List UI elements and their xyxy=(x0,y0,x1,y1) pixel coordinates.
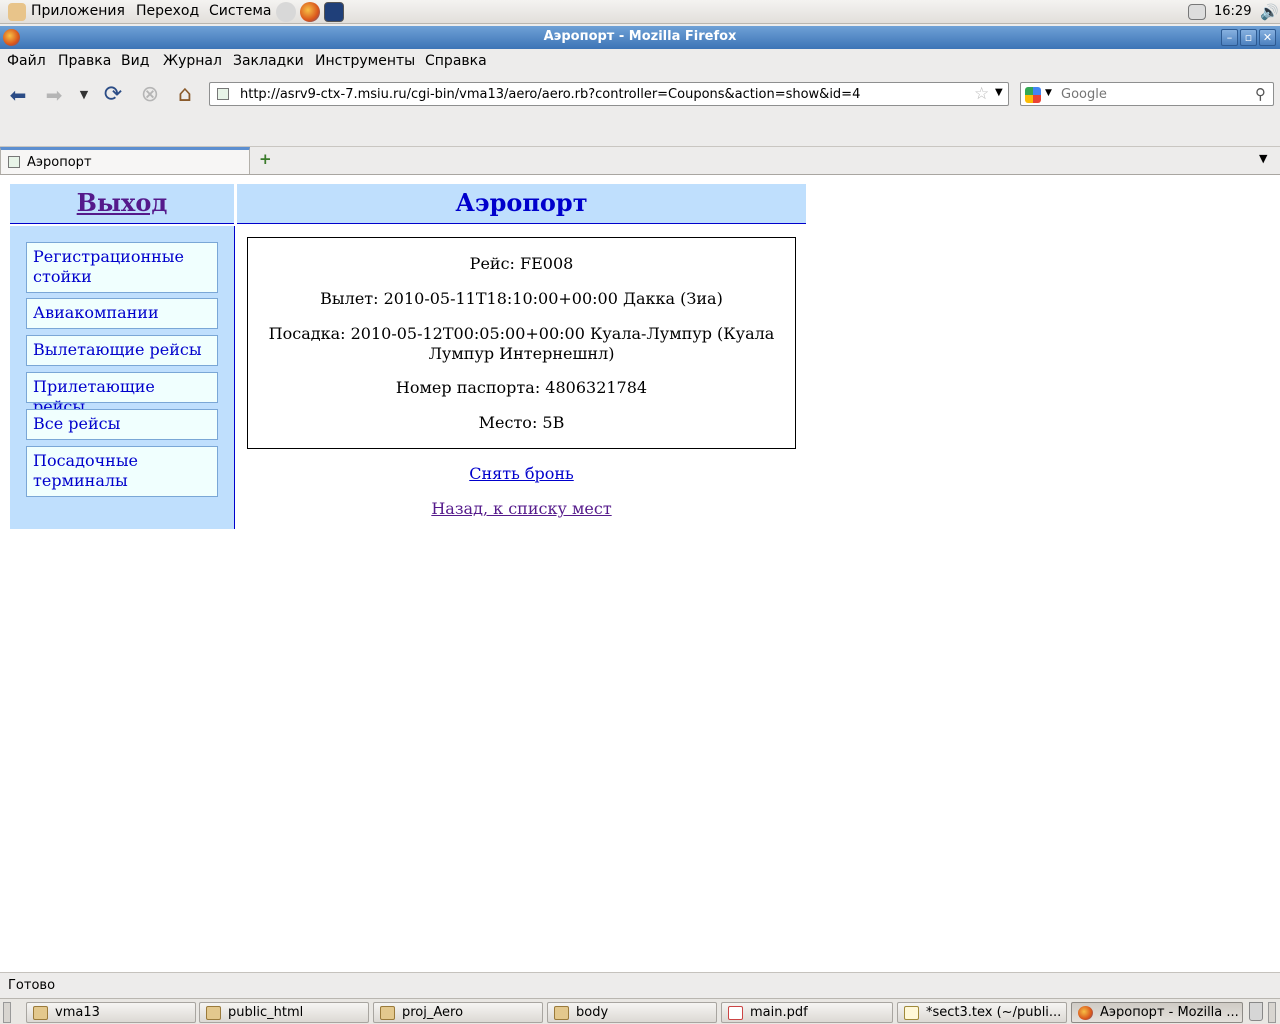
taskbar-item-sect3-tex[interactable]: *sect3.tex (~/publi... xyxy=(897,1002,1067,1023)
page-title: Аэропорт xyxy=(455,188,588,217)
volume-icon[interactable]: 🔊 xyxy=(1260,3,1279,21)
taskbar-label: Аэропорт - Mozilla ... xyxy=(1100,1005,1239,1020)
title-header-cell: Аэропорт xyxy=(237,184,806,224)
reload-icon[interactable]: ⟳ xyxy=(99,82,127,108)
panel-menu-system[interactable]: Система xyxy=(209,3,271,19)
google-engine-icon[interactable] xyxy=(1025,87,1041,103)
tab-list-dropdown-icon[interactable]: ▼ xyxy=(1259,152,1267,165)
taskbar-item-public-html[interactable]: public_html xyxy=(199,1002,369,1023)
taskbar-item-firefox[interactable]: Аэропорт - Mozilla ... xyxy=(1071,1002,1243,1023)
history-dropdown-icon[interactable]: ▼ xyxy=(70,82,98,108)
engine-dropdown-icon[interactable]: ▼ xyxy=(1045,88,1052,98)
panel-menu-places[interactable]: Переход xyxy=(136,3,199,19)
logout-header-cell: Выход xyxy=(10,184,234,224)
taskbar-label: vma13 xyxy=(55,1005,100,1020)
seat-number: Место: 5B xyxy=(478,413,565,432)
sidebar-item-departing-flights[interactable]: Вылетающие рейсы xyxy=(26,335,218,366)
arrival-info: Посадка: 2010-05-12T00:05:00+00:00 Куала… xyxy=(268,324,775,363)
status-text: Готово xyxy=(8,978,56,993)
bottom-taskbar: vma13 public_html proj_Aero body main.pd… xyxy=(0,998,1280,1024)
sidebar-item-checkin-desks[interactable]: Регистрационные стойки xyxy=(26,242,218,293)
show-desktop-handle[interactable] xyxy=(3,1002,11,1023)
tab-strip: Аэропорт + ▼ xyxy=(0,146,1280,175)
bookmark-star-icon[interactable]: ☆ xyxy=(974,84,989,104)
taskbar-end-handle[interactable] xyxy=(1268,1002,1276,1023)
tab-airport[interactable]: Аэропорт xyxy=(0,147,250,175)
folder-icon xyxy=(554,1006,569,1020)
window-title: Аэропорт - Mozilla Firefox xyxy=(543,29,737,44)
text-editor-icon xyxy=(904,1006,919,1020)
panel-menu-applications[interactable]: Приложения xyxy=(31,3,125,19)
flight-number: Рейс: FE008 xyxy=(469,254,574,273)
panel-clock[interactable]: 16:29 xyxy=(1214,4,1251,19)
back-to-seats-link[interactable]: Назад, к списку мест xyxy=(237,499,806,518)
site-favicon-icon xyxy=(217,88,229,100)
menu-tools[interactable]: Инструменты xyxy=(315,53,415,69)
url-text[interactable]: http://asrv9-ctx-7.msiu.ru/cgi-bin/vma13… xyxy=(240,87,860,102)
back-arrow-icon[interactable]: ⬅ xyxy=(4,82,32,108)
sidebar-item-boarding-terminals[interactable]: Посадочные терминалы xyxy=(26,446,218,497)
forward-arrow-icon[interactable]: ➡ xyxy=(40,82,68,108)
passport-number: Номер паспорта: 4806321784 xyxy=(395,378,648,397)
menu-help[interactable]: Справка xyxy=(425,53,487,69)
network-icon[interactable] xyxy=(1188,4,1206,20)
close-button[interactable]: ✕ xyxy=(1259,29,1276,46)
sidebar-item-airlines[interactable]: Авиакомпании xyxy=(26,298,218,329)
status-bar: Готово xyxy=(0,972,1280,998)
menubar: Файл Правка Вид Журнал Закладки Инструме… xyxy=(0,50,1280,72)
home-icon[interactable]: ⌂ xyxy=(171,82,199,108)
search-box: ▼ ⚲ xyxy=(1020,82,1274,106)
folder-icon xyxy=(206,1006,221,1020)
sidebar-menu: Регистрационные стойки Авиакомпании Выле… xyxy=(10,226,235,529)
maximize-button[interactable]: ▫ xyxy=(1240,29,1257,46)
tab-label: Аэропорт xyxy=(27,155,92,170)
tab-favicon-icon xyxy=(8,156,20,168)
cancel-booking-link[interactable]: Снять бронь xyxy=(237,464,806,483)
navigation-toolbar: ⬅ ➡ ▼ ⟳ ⊗ ⌂ http://asrv9-ctx-7.msiu.ru/c… xyxy=(0,74,1280,114)
window-titlebar: Аэропорт - Mozilla Firefox – ▫ ✕ xyxy=(0,26,1280,49)
taskbar-item-proj-aero[interactable]: proj_Aero xyxy=(373,1002,543,1023)
pdf-icon xyxy=(728,1006,743,1020)
menu-bookmarks[interactable]: Закладки xyxy=(233,53,304,69)
web-content: Выход Аэропорт Регистрационные стойки Ав… xyxy=(0,174,1280,972)
taskbar-label: *sect3.tex (~/publi... xyxy=(926,1005,1062,1020)
firefox-launcher-icon[interactable] xyxy=(300,2,320,22)
gimp-launcher-icon[interactable] xyxy=(276,2,296,22)
minimize-button[interactable]: – xyxy=(1221,29,1238,46)
departure-info: Вылет: 2010-05-11T18:10:00+00:00 Дакка (… xyxy=(320,289,723,308)
folder-icon xyxy=(33,1006,48,1020)
menu-file[interactable]: Файл xyxy=(7,53,46,69)
search-input[interactable] xyxy=(1061,85,1256,103)
new-tab-plus-icon[interactable]: + xyxy=(259,150,272,168)
bookmarks-toolbar xyxy=(0,114,1280,146)
terminal-launcher-icon[interactable] xyxy=(324,2,344,22)
trash-icon[interactable] xyxy=(1249,1002,1263,1021)
menu-view[interactable]: Вид xyxy=(121,53,149,69)
sidebar-item-arriving-flights[interactable]: Прилетающие рейсы xyxy=(26,372,218,416)
stop-icon[interactable]: ⊗ xyxy=(136,82,164,108)
url-bar[interactable]: http://asrv9-ctx-7.msiu.ru/cgi-bin/vma13… xyxy=(209,82,1009,106)
menu-edit[interactable]: Правка xyxy=(58,53,111,69)
taskbar-item-main-pdf[interactable]: main.pdf xyxy=(721,1002,893,1023)
taskbar-label: main.pdf xyxy=(750,1005,808,1020)
taskbar-label: public_html xyxy=(228,1005,304,1020)
taskbar-label: body xyxy=(576,1005,609,1020)
taskbar-item-body[interactable]: body xyxy=(547,1002,717,1023)
menu-history[interactable]: Журнал xyxy=(163,53,222,69)
folder-icon xyxy=(380,1006,395,1020)
sidebar-item-all-flights[interactable]: Все рейсы xyxy=(26,409,218,440)
coupon-info-box: Рейс: FE008 Вылет: 2010-05-11T18:10:00+0… xyxy=(247,237,796,449)
top-panel: Приложения Переход Система 16:29 🔊 xyxy=(0,0,1280,24)
firefox-icon xyxy=(1078,1006,1093,1020)
gnome-foot-icon[interactable] xyxy=(8,3,26,21)
logout-link[interactable]: Выход xyxy=(77,188,168,217)
search-icon[interactable]: ⚲ xyxy=(1255,85,1266,103)
taskbar-item-vma13[interactable]: vma13 xyxy=(26,1002,196,1023)
url-dropdown-icon[interactable]: ▼ xyxy=(995,87,1003,98)
taskbar-label: proj_Aero xyxy=(402,1005,464,1020)
